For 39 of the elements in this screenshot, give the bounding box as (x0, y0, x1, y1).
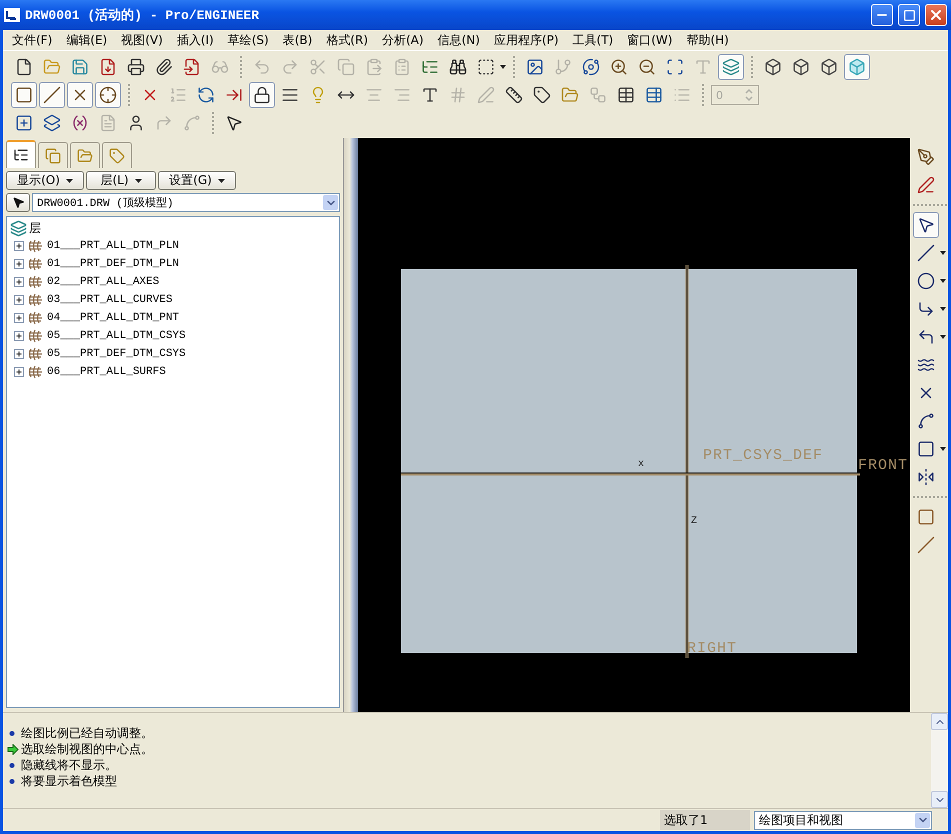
tree-item[interactable]: 01___PRT_ALL_DTM_PLN (47, 240, 180, 252)
filter-select[interactable]: 绘图项目和视图 (754, 810, 932, 830)
menu-item[interactable]: 表(B) (276, 32, 320, 48)
menu-item[interactable]: 分析(A) (375, 32, 431, 48)
dropdown-button[interactable]: 层(L) (86, 171, 156, 190)
menu-item[interactable]: 草绘(S) (220, 32, 276, 48)
datum-label: RIGHT (687, 641, 738, 656)
tree-item[interactable]: 05___PRT_ALL_DTM_CSYS (47, 330, 186, 342)
tree-item[interactable]: 02___PRT_ALL_AXES (47, 276, 160, 288)
model-select[interactable]: DRW0001.DRW (顶级模型) (32, 193, 340, 212)
axis-label: Z (691, 517, 698, 527)
menu-item[interactable]: 工具(T) (566, 32, 620, 48)
menu-item[interactable]: 应用程序(P) (486, 32, 566, 48)
menu-item[interactable]: 视图(V) (114, 32, 170, 48)
tree-item[interactable]: 01___PRT_DEF_DTM_PLN (47, 258, 180, 270)
menu-item[interactable]: 帮助(H) (679, 32, 736, 48)
dropdown-button[interactable]: 设置(G) (158, 171, 236, 190)
datum-label: FRONT (858, 458, 908, 473)
menu-item[interactable]: 编辑(E) (59, 32, 114, 48)
datum-label: PRT_CSYS_DEF (703, 448, 824, 463)
window-title: DRW0001 (活动的) - Pro/ENGINEER (25, 7, 260, 24)
menu-item[interactable]: 插入(I) (170, 32, 221, 48)
dropdown-button[interactable]: 显示(O) (6, 171, 84, 190)
tree-item[interactable]: 06___PRT_ALL_SURFS (47, 366, 166, 378)
drawing-canvas[interactable]: PRT_CSYS_DEF FRONT RIGHT x Z (358, 138, 910, 712)
tree-item[interactable]: 03___PRT_ALL_CURVES (47, 294, 172, 306)
menu-item[interactable]: 格式(R) (319, 32, 375, 48)
tree-item[interactable]: 层 (29, 220, 41, 236)
tree-item[interactable]: 04___PRT_ALL_DTM_PNT (47, 312, 180, 324)
selection-status: 选取了1 (660, 810, 750, 830)
message-text: 隐藏线将不显示。 (21, 756, 117, 774)
message-text: 将要显示着色模型 (21, 772, 117, 790)
message-text: 选取绘制视图的中心点。 (21, 740, 153, 758)
axis-label: x (638, 460, 644, 470)
menu-item[interactable]: 窗口(W) (620, 32, 680, 48)
menu-item[interactable]: 信息(N) (430, 32, 487, 48)
tree-item[interactable]: 05___PRT_DEF_DTM_CSYS (47, 348, 186, 360)
message-text: 绘图比例已经自动调整。 (21, 724, 153, 742)
menu-item[interactable]: 文件(F) (5, 32, 60, 48)
